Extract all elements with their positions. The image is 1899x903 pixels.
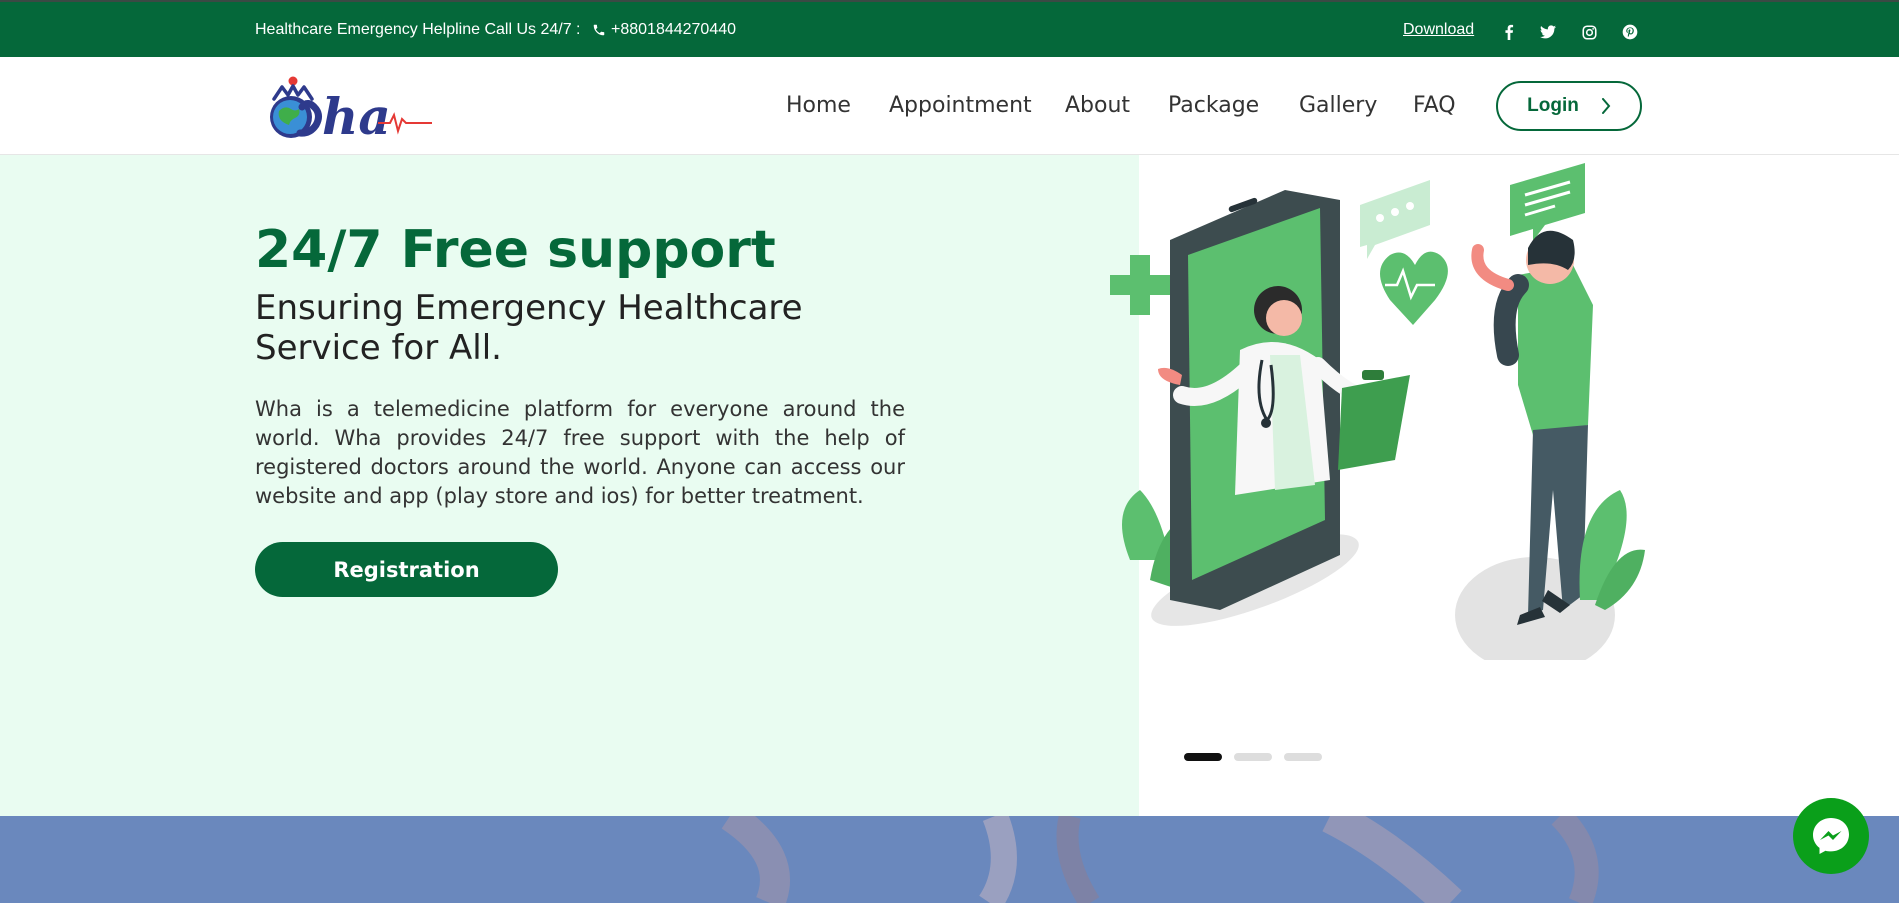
nav-appointment[interactable]: Appointment xyxy=(889,93,1032,118)
registration-button[interactable]: Registration xyxy=(255,542,558,597)
hero-subtitle: Ensuring Emergency Healthcare Service fo… xyxy=(255,288,803,368)
wha-logo[interactable]: ha xyxy=(260,71,435,146)
nav-home[interactable]: Home xyxy=(786,93,851,118)
download-link[interactable]: Download xyxy=(1403,21,1474,39)
pinterest-icon[interactable] xyxy=(1622,24,1638,40)
hero-section: 24/7 Free support Ensuring Emergency Hea… xyxy=(0,155,1899,816)
top-bar: Healthcare Emergency Helpline Call Us 24… xyxy=(0,0,1899,57)
carousel-dot-2[interactable] xyxy=(1234,753,1272,761)
twitter-icon[interactable] xyxy=(1540,24,1556,40)
phone-link[interactable]: +8801844270440 xyxy=(592,21,736,39)
nav-gallery[interactable]: Gallery xyxy=(1299,93,1377,118)
helpline-text: Healthcare Emergency Helpline Call Us 24… xyxy=(255,21,581,38)
stethoscope-banner-image xyxy=(0,816,1899,903)
hero-title: 24/7 Free support xyxy=(255,220,776,280)
telemedicine-illustration xyxy=(1110,163,1645,660)
facebook-icon[interactable] xyxy=(1501,24,1517,40)
login-label: Login xyxy=(1527,95,1579,116)
carousel-dot-3[interactable] xyxy=(1284,753,1322,761)
login-button[interactable]: Login xyxy=(1496,81,1642,131)
nav-about[interactable]: About xyxy=(1065,93,1130,118)
hero-description: Wha is a telemedicine platform for every… xyxy=(255,397,905,508)
carousel-indicators xyxy=(1184,753,1322,761)
svg-text:ha: ha xyxy=(322,87,391,145)
main-navbar: ha Home Appointment About Package Galler… xyxy=(0,57,1899,155)
nav-faq[interactable]: FAQ xyxy=(1413,93,1456,118)
carousel-dot-1[interactable] xyxy=(1184,753,1222,761)
messenger-chat-button[interactable] xyxy=(1793,798,1869,874)
instagram-icon[interactable] xyxy=(1581,24,1597,40)
phone-icon xyxy=(593,24,605,36)
chevron-right-icon xyxy=(1601,98,1611,114)
nav-package[interactable]: Package xyxy=(1168,93,1259,118)
phone-number: +8801844270440 xyxy=(611,21,737,38)
messenger-icon xyxy=(1813,818,1849,854)
